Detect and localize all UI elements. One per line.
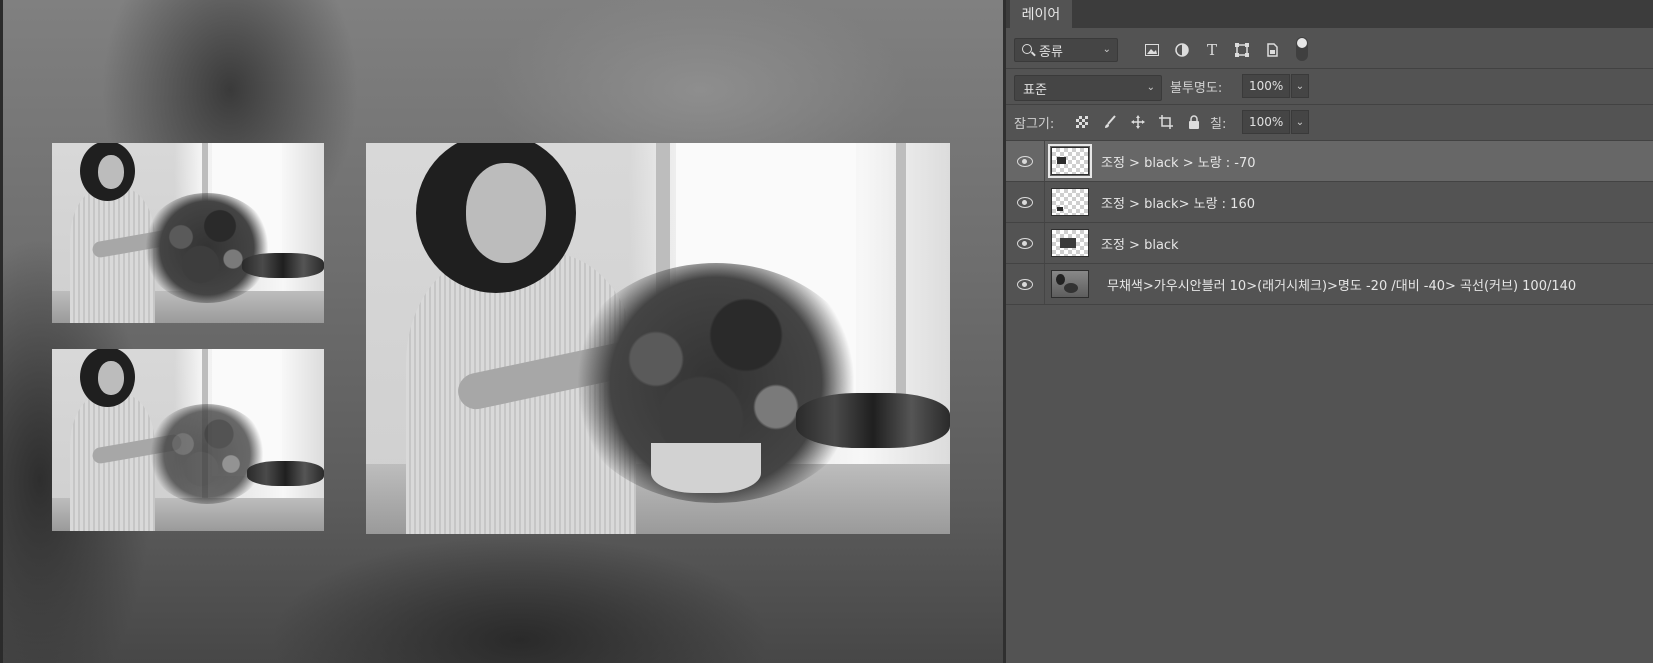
blend-mode-value: 표준 bbox=[1023, 82, 1047, 98]
lock-transparent-icon[interactable] bbox=[1072, 112, 1092, 132]
kind-filter-dropdown[interactable]: 종류 ⌄ bbox=[1014, 38, 1118, 62]
kind-filter-value: 종류 bbox=[1039, 44, 1063, 60]
blend-row: 표준 ⌄ 불투명도: 100% ⌄ bbox=[1006, 68, 1653, 105]
opacity-input[interactable]: 100% bbox=[1242, 74, 1290, 98]
shape-filter-icon[interactable] bbox=[1232, 40, 1252, 60]
layer-name: 무채색>가우시안블러 10>(래거시체크)>명도 -20 /대비 -40> 곡선… bbox=[1107, 278, 1577, 294]
lock-all-icon[interactable] bbox=[1184, 112, 1204, 132]
smart-object-filter-icon[interactable] bbox=[1262, 40, 1282, 60]
eye-icon bbox=[1017, 278, 1033, 290]
photo-main bbox=[366, 143, 950, 534]
layer-list: 조정 > black > 노랑 : -70 조정 > black> 노랑 : 1… bbox=[1006, 141, 1653, 305]
blend-mode-dropdown[interactable]: 표준 ⌄ bbox=[1014, 75, 1162, 101]
lock-paint-icon[interactable] bbox=[1100, 112, 1120, 132]
fill-chevron-icon[interactable]: ⌄ bbox=[1291, 110, 1309, 134]
search-icon bbox=[1022, 44, 1032, 54]
visibility-toggle[interactable] bbox=[1006, 182, 1045, 222]
layer-name: 조정 > black bbox=[1101, 237, 1179, 253]
filter-toggle-switch[interactable] bbox=[1296, 37, 1308, 61]
filter-row: 종류 ⌄ T bbox=[1006, 28, 1653, 69]
type-filter-icon[interactable]: T bbox=[1202, 40, 1222, 60]
layer-row[interactable]: 조정 > black > 노랑 : -70 bbox=[1006, 141, 1653, 182]
adjustment-filter-icon[interactable] bbox=[1172, 40, 1192, 60]
tab-layers[interactable]: 레이어 bbox=[1010, 0, 1072, 28]
lock-artboard-icon[interactable] bbox=[1156, 112, 1176, 132]
fill-input[interactable]: 100% bbox=[1242, 110, 1290, 134]
panel-tab-bar: 레이어 bbox=[1006, 0, 1653, 28]
visibility-toggle[interactable] bbox=[1006, 264, 1045, 304]
layer-thumbnail bbox=[1051, 270, 1089, 298]
chevron-down-icon: ⌄ bbox=[1146, 81, 1155, 93]
opacity-label: 불투명도: bbox=[1170, 81, 1223, 96]
fill-label: 칠: bbox=[1210, 117, 1227, 132]
layer-row[interactable]: 조정 > black> 노랑 : 160 bbox=[1006, 182, 1653, 223]
photo-thumbnail-top bbox=[52, 143, 324, 323]
opacity-chevron-icon[interactable]: ⌄ bbox=[1291, 74, 1309, 98]
image-filter-icon[interactable] bbox=[1142, 40, 1162, 60]
eye-icon bbox=[1017, 155, 1033, 167]
layer-thumbnail bbox=[1051, 188, 1089, 216]
layer-name: 조정 > black > 노랑 : -70 bbox=[1101, 155, 1256, 171]
layers-panel: 레이어 종류 ⌄ T 표준 ⌄ 불투명도: 100% ⌄ 잠그기: 칠: 100… bbox=[1003, 0, 1653, 663]
layer-name: 조정 > black> 노랑 : 160 bbox=[1101, 196, 1255, 212]
eye-icon bbox=[1017, 237, 1033, 249]
lock-label: 잠그기: bbox=[1014, 117, 1055, 132]
lock-position-icon[interactable] bbox=[1128, 112, 1148, 132]
eye-icon bbox=[1017, 196, 1033, 208]
visibility-toggle[interactable] bbox=[1006, 141, 1045, 181]
layer-thumbnail bbox=[1051, 229, 1089, 257]
layer-row[interactable]: 무채색>가우시안블러 10>(래거시체크)>명도 -20 /대비 -40> 곡선… bbox=[1006, 264, 1653, 305]
photo-thumbnail-bottom bbox=[52, 349, 324, 531]
lock-row: 잠그기: 칠: 100% ⌄ bbox=[1006, 104, 1653, 141]
layer-row[interactable]: 조정 > black bbox=[1006, 223, 1653, 264]
layer-thumbnail bbox=[1048, 144, 1092, 178]
visibility-toggle[interactable] bbox=[1006, 223, 1045, 263]
chevron-down-icon: ⌄ bbox=[1102, 43, 1111, 55]
document-canvas[interactable] bbox=[0, 0, 1003, 663]
